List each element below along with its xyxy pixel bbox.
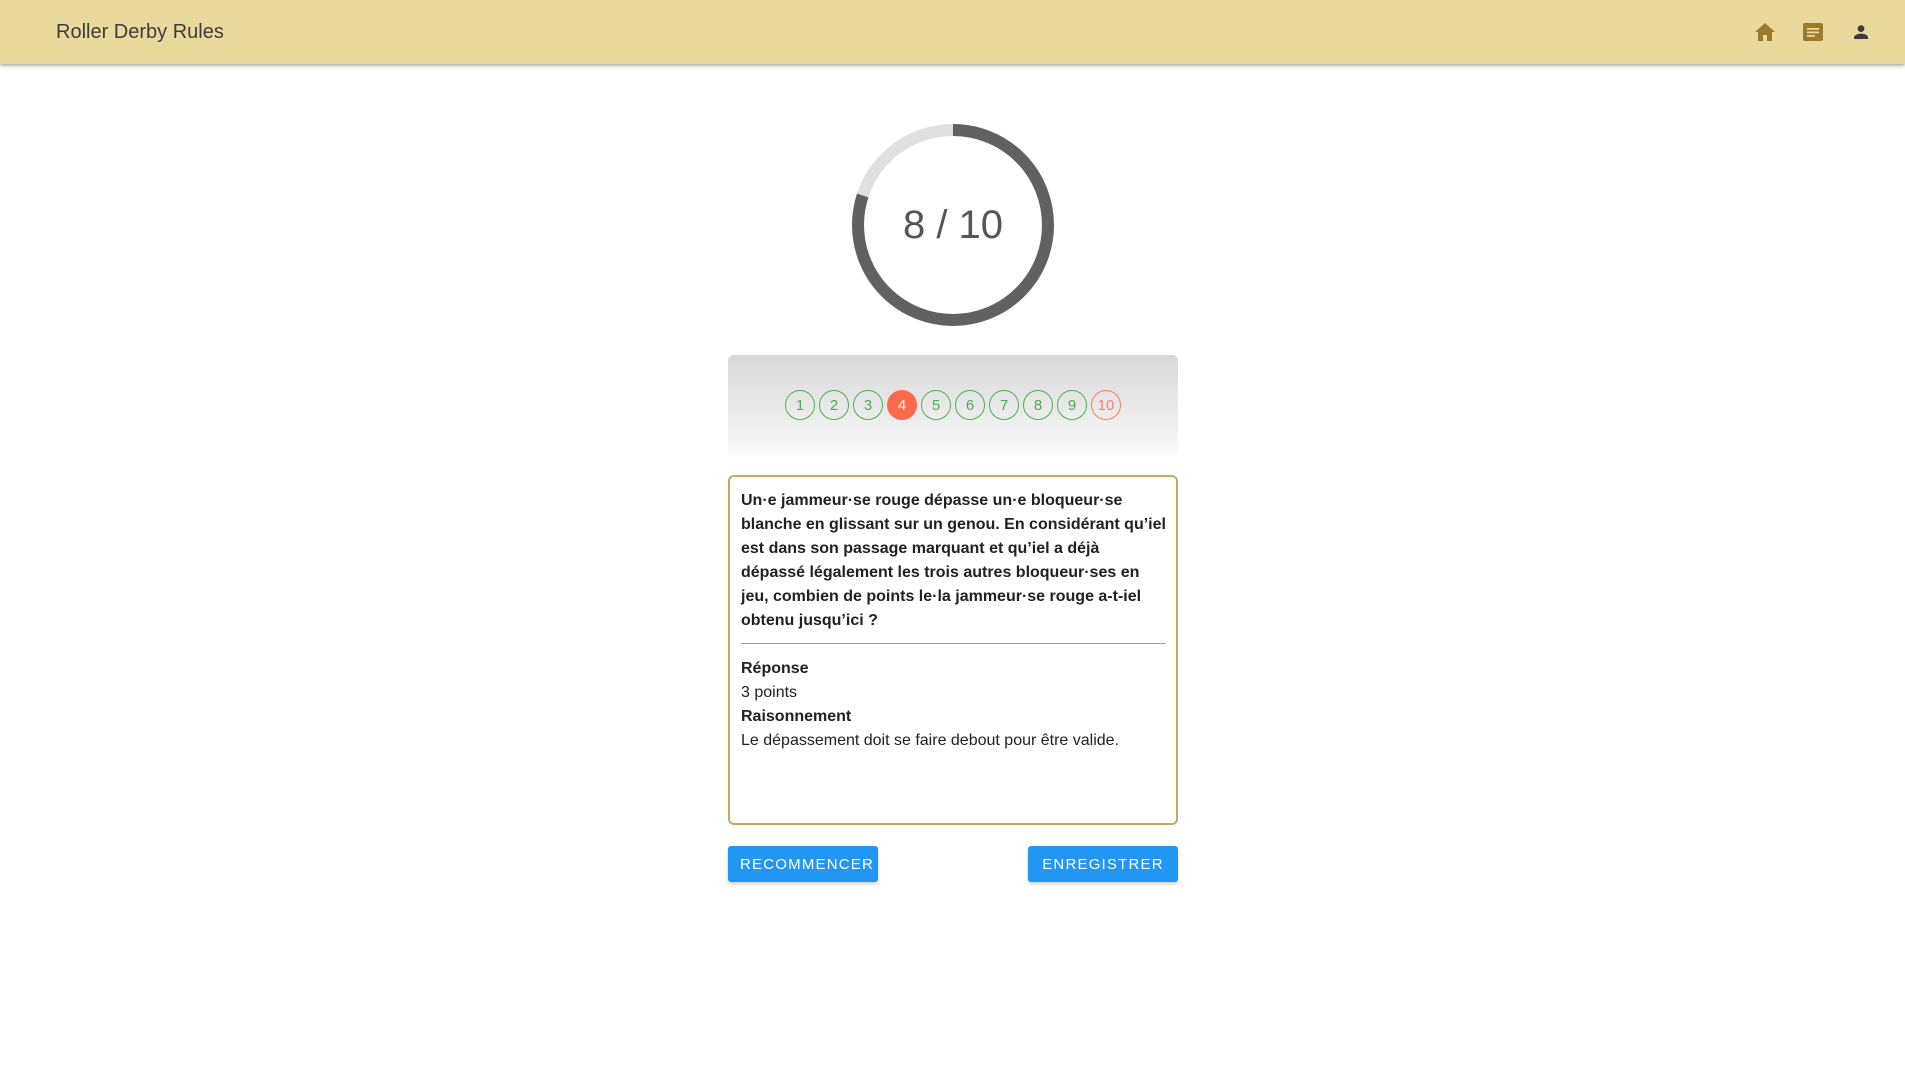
app-title[interactable]: Roller Derby Rules	[56, 19, 224, 45]
quiz-icon[interactable]	[1797, 16, 1829, 48]
account-icon[interactable]	[1845, 16, 1877, 48]
answer-label: Réponse	[741, 660, 809, 677]
step-4[interactable]: 4	[887, 390, 917, 420]
step-3[interactable]: 3	[853, 390, 883, 420]
app-bar: Roller Derby Rules	[0, 0, 1905, 64]
main-content: 8 / 10 1 2 3 4 5 6 7 8 9 10 Un·e jammeur…	[0, 64, 1905, 1080]
step-5[interactable]: 5	[921, 390, 951, 420]
reasoning-value: Le dépassement doit se faire debout pour…	[741, 732, 1120, 749]
step-8[interactable]: 8	[1023, 390, 1053, 420]
step-2[interactable]: 2	[819, 390, 849, 420]
question-text: Un·e jammeur·se rouge dépasse un·e bloqu…	[741, 492, 1166, 629]
step-7[interactable]: 7	[989, 390, 1019, 420]
step-10[interactable]: 10	[1091, 390, 1121, 420]
question-stepper: 1 2 3 4 5 6 7 8 9 10	[728, 355, 1178, 455]
save-button[interactable]: ENREGISTRER	[1028, 846, 1178, 882]
home-icon[interactable]	[1749, 16, 1781, 48]
reasoning-label: Raisonnement	[741, 708, 852, 725]
divider	[741, 643, 1166, 644]
score-text: 8 / 10	[902, 202, 1004, 247]
app-bar-actions	[1749, 16, 1877, 48]
step-1[interactable]: 1	[785, 390, 815, 420]
score-progress-ring: 8 / 10	[852, 124, 1054, 326]
step-6[interactable]: 6	[955, 390, 985, 420]
answer-value: 3 points	[741, 684, 798, 701]
restart-button[interactable]: RECOMMENCER	[728, 846, 878, 882]
step-9[interactable]: 9	[1057, 390, 1087, 420]
question-card: Un·e jammeur·se rouge dépasse un·e bloqu…	[728, 475, 1178, 825]
